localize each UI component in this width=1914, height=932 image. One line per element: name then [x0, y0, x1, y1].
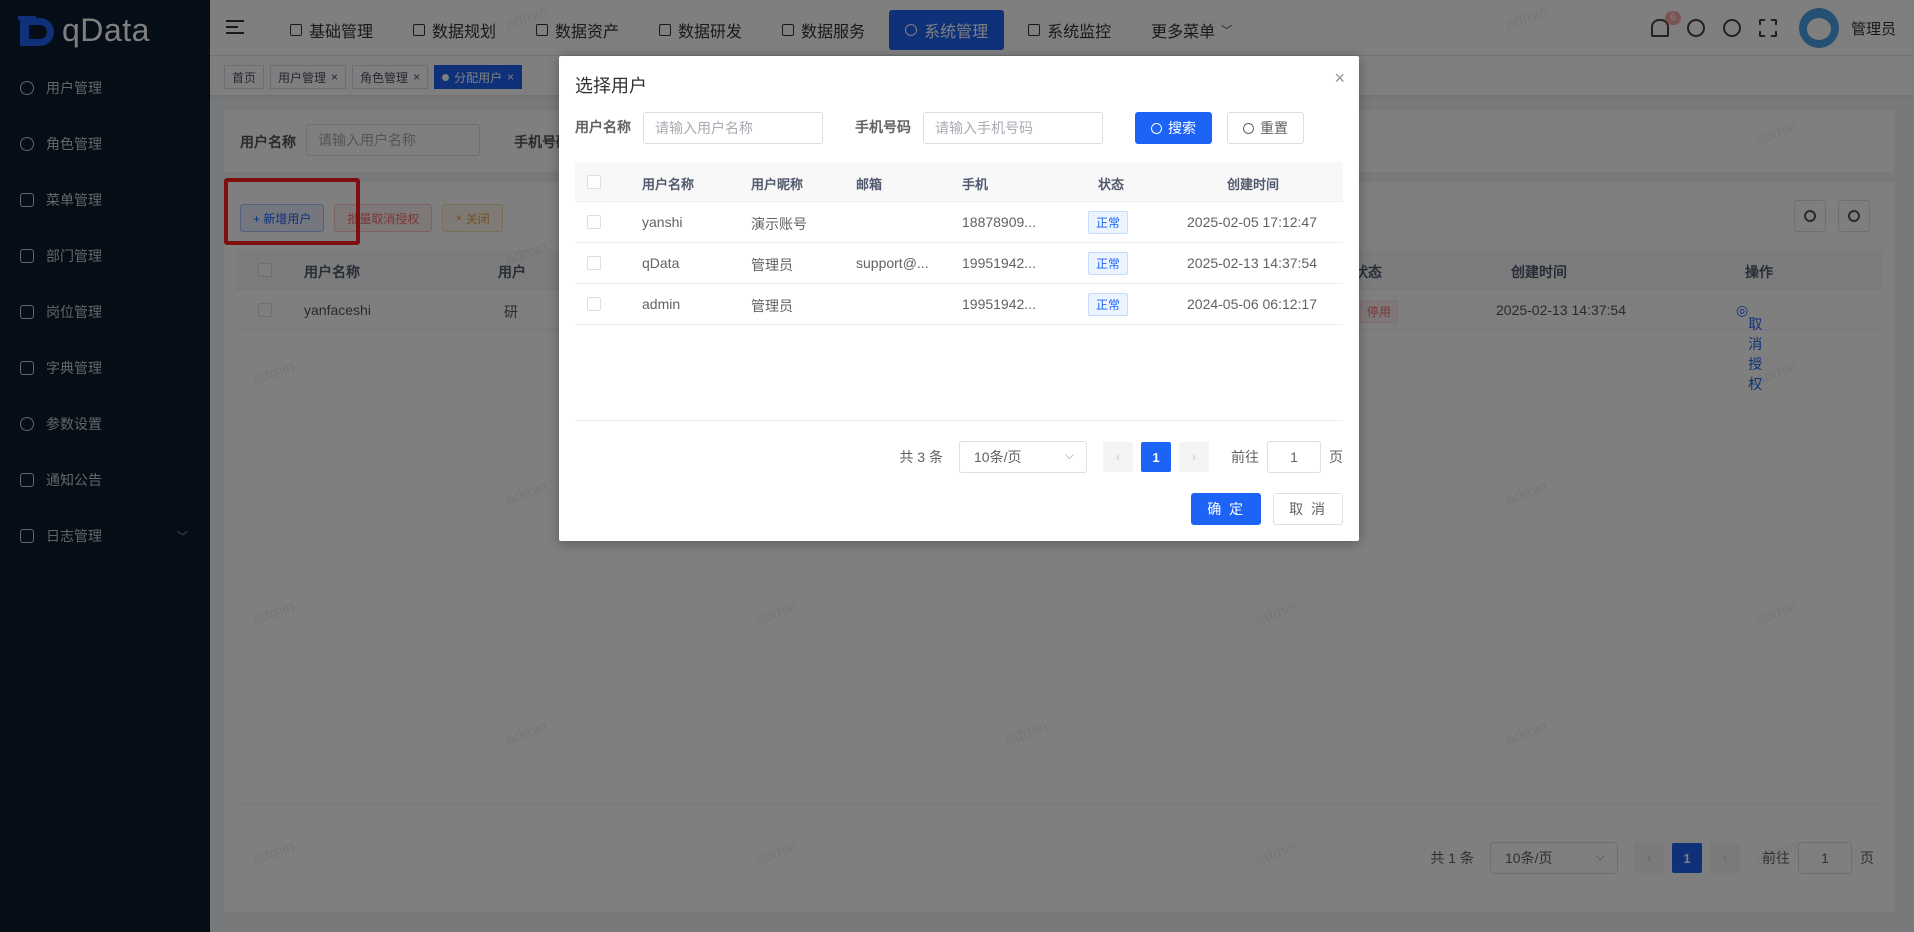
cell-created: 2025-02-13 14:37:54 — [1187, 255, 1317, 271]
status-badge: 正常 — [1088, 252, 1129, 275]
cell-phone: 19951942... — [962, 255, 1036, 271]
goto-input[interactable]: 1 — [1267, 441, 1321, 473]
status-badge: 正常 — [1088, 293, 1129, 316]
cell-phone: 18878909... — [962, 214, 1036, 230]
page-number[interactable]: 1 — [1141, 442, 1171, 472]
button-label: 搜索 — [1168, 120, 1196, 136]
row-checkbox[interactable] — [587, 215, 601, 229]
dialog-title: 选择用户 — [575, 76, 647, 96]
column-header: 邮箱 — [856, 177, 883, 192]
next-page-button[interactable]: › — [1179, 442, 1209, 472]
username-input[interactable]: 请输入用户名称 — [643, 112, 823, 144]
table-header: 用户名称 用户昵称 邮箱 手机 状态 创建时间 — [575, 162, 1343, 202]
phone-label: 手机号码 — [855, 119, 911, 135]
cell-nick: 演示账号 — [751, 216, 807, 232]
cell-created: 2025-02-05 17:12:47 — [1187, 214, 1317, 230]
column-header: 创建时间 — [1227, 177, 1280, 192]
cell-username: admin — [642, 296, 681, 312]
cell-created: 2024-05-06 06:12:17 — [1187, 296, 1317, 312]
column-header: 用户名称 — [642, 177, 695, 192]
column-header: 手机 — [962, 177, 989, 192]
status-badge: 正常 — [1088, 211, 1129, 234]
select-user-dialog: 选择用户 × 用户名称 请输入用户名称 手机号码 请输入手机号码 搜索 重置 用… — [559, 56, 1359, 541]
cell-username: qData — [642, 255, 680, 271]
cell-username: yanshi — [642, 214, 683, 230]
column-header: 用户昵称 — [751, 177, 804, 192]
prev-page-button[interactable]: ‹ — [1103, 442, 1133, 472]
refresh-icon — [1243, 122, 1254, 134]
column-header: 状态 — [1098, 177, 1125, 192]
button-label: 重置 — [1260, 120, 1288, 136]
close-icon[interactable]: × — [1334, 68, 1345, 89]
table-row[interactable]: yanshi 演示账号 18878909... 正常 2025-02-05 17… — [575, 202, 1343, 243]
user-select-table: 用户名称 用户昵称 邮箱 手机 状态 创建时间 yanshi 演示账号 1887… — [575, 162, 1343, 421]
dialog-footer: 确 定 取 消 — [1179, 493, 1343, 525]
total-count: 共 3 条 — [899, 449, 943, 465]
goto-label: 前往 — [1231, 449, 1259, 465]
table-row[interactable]: qData 管理员 support@... 19951942... 正常 202… — [575, 243, 1343, 284]
cell-nick: 管理员 — [751, 257, 793, 273]
page-unit: 页 — [1329, 449, 1343, 465]
row-checkbox[interactable] — [587, 297, 601, 311]
cancel-button[interactable]: 取 消 — [1273, 493, 1343, 525]
dialog-pagination: 共 3 条 10条/页 ‹ 1 › 前往 1 页 — [899, 440, 1343, 473]
row-checkbox[interactable] — [587, 256, 601, 270]
username-label: 用户名称 — [575, 119, 631, 135]
phone-input[interactable]: 请输入手机号码 — [923, 112, 1103, 144]
search-icon — [1151, 122, 1162, 134]
table-row[interactable]: admin 管理员 19951942... 正常 2024-05-06 06:1… — [575, 284, 1343, 325]
cell-phone: 19951942... — [962, 296, 1036, 312]
cell-email: support@... — [856, 255, 929, 271]
page-size-select[interactable]: 10条/页 — [959, 440, 1087, 473]
select-all-checkbox[interactable] — [587, 175, 601, 189]
search-button[interactable]: 搜索 — [1135, 112, 1212, 144]
reset-button[interactable]: 重置 — [1227, 112, 1304, 144]
cell-nick: 管理员 — [751, 298, 793, 314]
confirm-button[interactable]: 确 定 — [1191, 493, 1262, 525]
table-empty-area — [575, 325, 1343, 421]
